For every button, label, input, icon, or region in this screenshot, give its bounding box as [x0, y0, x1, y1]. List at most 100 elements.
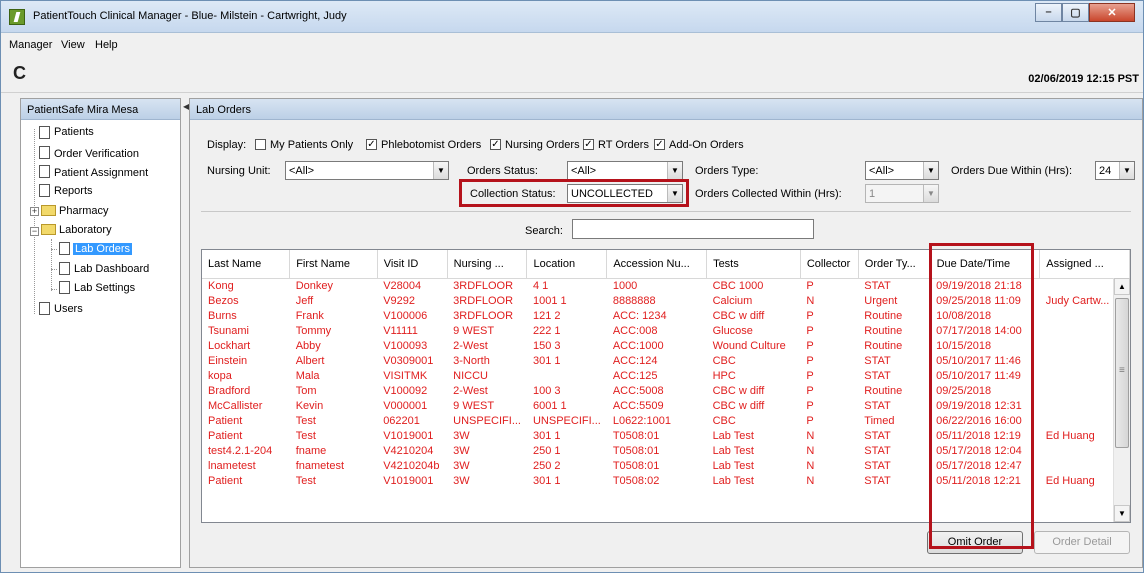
sidebar-item-users[interactable]: Users [54, 303, 83, 315]
orders-type-dropdown[interactable]: <All> ▼ [865, 161, 939, 180]
table-cell: 3RDFLOOR [453, 294, 514, 307]
table-cell: P [806, 354, 814, 367]
chevron-down-icon: ▼ [923, 162, 938, 179]
rt-orders-checkbox[interactable]: ✓ [583, 139, 594, 150]
panel-title: Lab Orders [190, 99, 1142, 120]
column-header[interactable]: Last Name [202, 250, 291, 279]
table-cell: Routine [864, 324, 903, 337]
chevron-down-icon: ▼ [667, 185, 682, 202]
table-cell: 2-West [453, 384, 488, 397]
search-input[interactable] [572, 219, 814, 239]
table-cell: Lab Test [712, 474, 754, 487]
sidebar-item-lab-dashboard[interactable]: Lab Dashboard [74, 263, 149, 275]
table-cell: 9 WEST [453, 324, 495, 337]
orders-due-dropdown[interactable]: 24 ▼ [1095, 161, 1135, 180]
column-header[interactable]: Nursing ... [447, 250, 528, 279]
phlebotomist-label[interactable]: Phlebotomist Orders [381, 139, 481, 151]
nursing-orders-label[interactable]: Nursing Orders [505, 139, 580, 151]
table-cell: 250 2 [532, 459, 561, 472]
table-cell: 1000 [612, 279, 638, 292]
table-cell: T0508:01 [612, 429, 660, 442]
nursing-orders-checkbox[interactable]: ✓ [490, 139, 501, 150]
column-header[interactable]: Accession Nu... [606, 250, 708, 279]
table-cell: 4 1 [532, 279, 549, 292]
table-cell: ACC:124 [612, 354, 658, 367]
add-on-orders-checkbox[interactable]: ✓ [654, 139, 665, 150]
close-icon: ✕ [1107, 7, 1117, 19]
my-patients-checkbox[interactable] [255, 139, 266, 150]
table-scrollbar[interactable]: ▲ ≡ ▼ [1113, 278, 1130, 522]
table-cell: lnametest [208, 459, 256, 472]
orders-collected-dropdown[interactable]: 1 ▼ [865, 184, 939, 203]
table-cell: Calcium [712, 294, 753, 307]
table-cell: V000001 [383, 399, 428, 412]
sidebar-item-order-verification[interactable]: Order Verification [54, 148, 139, 160]
table-cell: STAT [864, 354, 891, 367]
menu-view[interactable]: View [61, 39, 85, 51]
sidebar-item-patients[interactable]: Patients [54, 126, 94, 138]
column-header[interactable]: Location [526, 250, 608, 279]
table-cell: STAT [864, 459, 891, 472]
column-header[interactable]: First Name [289, 250, 378, 279]
table-cell: V100093 [383, 339, 428, 352]
table-cell: 6001 1 [532, 399, 567, 412]
collection-status-dropdown[interactable]: UNCOLLECTED ▼ [567, 184, 683, 203]
rt-orders-label[interactable]: RT Orders [598, 139, 649, 151]
sidebar-item-lab-orders[interactable]: Lab Orders [73, 243, 133, 255]
orders-type-label: Orders Type: [695, 165, 759, 177]
nursing-unit-dropdown[interactable]: <All> ▼ [285, 161, 449, 180]
scroll-up-icon[interactable]: ▲ [1114, 278, 1130, 295]
maximize-button[interactable]: ▢ [1062, 3, 1089, 22]
table-cell: HPC [712, 369, 736, 382]
column-header[interactable]: Visit ID [377, 250, 448, 279]
table-cell: Patient [208, 414, 243, 427]
table-cell: N [806, 474, 815, 487]
table-cell: 3W [453, 444, 470, 457]
menu-help[interactable]: Help [95, 39, 118, 51]
nursing-unit-label: Nursing Unit: [207, 165, 271, 177]
table-cell: Abby [295, 339, 321, 352]
sidebar-item-pharmacy[interactable]: Pharmacy [59, 205, 109, 217]
sidebar-item-patient-assignment[interactable]: Patient Assignment [54, 167, 148, 179]
column-header[interactable]: Tests [706, 250, 801, 279]
table-cell: Jeff [295, 294, 314, 307]
refresh-icon[interactable]: C [13, 63, 26, 84]
table-cell: 100 3 [532, 384, 561, 397]
document-icon [59, 281, 70, 294]
table-cell: ACC: 1234 [612, 309, 667, 322]
column-header[interactable]: Collector [800, 250, 859, 279]
table-cell: V1019001 [383, 429, 434, 442]
scroll-down-icon[interactable]: ▼ [1114, 505, 1130, 522]
my-patients-label[interactable]: My Patients Only [270, 139, 353, 151]
sidebar-item-reports[interactable]: Reports [54, 185, 93, 197]
table-cell: Routine [864, 309, 903, 322]
order-detail-button[interactable]: Order Detail [1034, 531, 1130, 554]
add-on-orders-label[interactable]: Add-On Orders [669, 139, 744, 151]
table-cell: Patient [208, 429, 243, 442]
collapse-icon[interactable]: − [30, 227, 39, 236]
grip-icon: ≡ [1119, 365, 1125, 376]
panel-splitter[interactable]: ◀ [182, 98, 189, 568]
table-cell: V11111 [383, 324, 418, 337]
scroll-thumb[interactable]: ≡ [1115, 298, 1129, 448]
chevron-down-icon: ▼ [433, 162, 448, 179]
sidebar-item-lab-settings[interactable]: Lab Settings [74, 282, 135, 294]
phlebotomist-checkbox[interactable]: ✓ [366, 139, 377, 150]
table-cell: V0309001 [383, 354, 434, 367]
orders-status-dropdown[interactable]: <All> ▼ [567, 161, 683, 180]
expand-icon[interactable]: + [30, 207, 39, 216]
table-cell: CBC [712, 354, 736, 367]
table-cell: N [806, 444, 815, 457]
table-cell: V9292 [383, 294, 415, 307]
minimize-icon: – [1045, 6, 1052, 18]
document-icon [39, 165, 50, 178]
table-cell: N [806, 294, 815, 307]
close-button[interactable]: ✕ [1089, 3, 1135, 22]
menu-manager[interactable]: Manager [9, 39, 52, 51]
sidebar-item-laboratory[interactable]: Laboratory [59, 224, 112, 236]
minimize-button[interactable]: – [1035, 3, 1062, 22]
title-bar[interactable]: PatientTouch Clinical Manager - Blue- Mi… [1, 1, 1143, 33]
column-header[interactable]: Order Ty... [858, 250, 931, 279]
table-cell: CBC w diff [712, 384, 765, 397]
column-header[interactable]: Assigned ... [1039, 250, 1130, 279]
